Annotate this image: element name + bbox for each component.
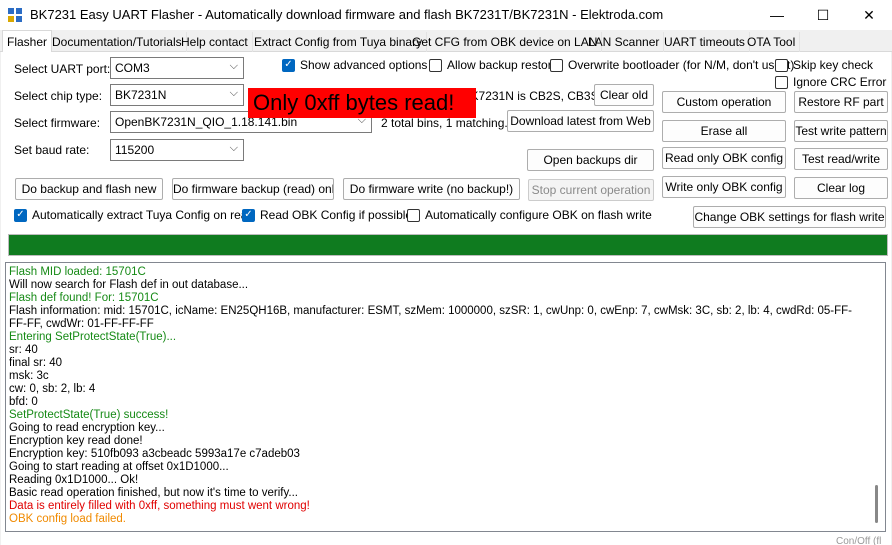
window-title: BK7231 Easy UART Flasher - Automatically… <box>30 7 664 22</box>
stop-operation-button[interactable]: Stop current operation <box>528 179 654 201</box>
tab-lan-scanner[interactable]: LAN Scanner <box>584 32 665 52</box>
title-bar: BK7231 Easy UART Flasher - Automatically… <box>0 0 892 30</box>
log-line: sr: 40 <box>9 344 38 356</box>
chip-type-value: BK7231N <box>115 88 167 102</box>
warning-banner: Only 0xff bytes read! <box>248 88 476 118</box>
chip-type-label: Select chip type: <box>14 89 103 103</box>
open-backups-button[interactable]: Open backups dir <box>527 149 654 171</box>
backup-and-flash-button[interactable]: Do backup and flash new <box>15 178 163 200</box>
checkbox-unchecked-icon <box>407 208 420 222</box>
overwrite-bootloader-checkbox[interactable]: Overwrite bootloader (for N/M, don't use… <box>550 58 794 72</box>
write-only-obk-button[interactable]: Write only OBK config <box>662 176 786 198</box>
show-advanced-checkbox[interactable]: ✓ Show advanced options <box>282 58 427 72</box>
minimize-button[interactable]: — <box>754 0 800 30</box>
read-only-obk-button[interactable]: Read only OBK config <box>662 147 786 169</box>
clear-log-button[interactable]: Clear log <box>794 177 888 199</box>
change-obk-settings-button[interactable]: Change OBK settings for flash write <box>693 206 886 228</box>
checkbox-checked-icon: ✓ <box>14 208 27 222</box>
clear-old-button[interactable]: Clear old <box>594 84 654 106</box>
log-line: final sr: 40 <box>9 357 63 369</box>
chevron-down-icon: ⌵ <box>229 60 238 72</box>
restore-rf-button[interactable]: Restore RF part <box>794 91 888 113</box>
tab-get-cfg-obk[interactable]: Get CFG from OBK device on LAN <box>408 32 603 52</box>
close-icon: ✕ <box>863 6 875 23</box>
show-advanced-label: Show advanced options <box>300 58 428 72</box>
log-output[interactable]: Flash MID loaded: 15701C Will now search … <box>5 262 886 532</box>
maximize-button[interactable]: ☐ <box>800 0 846 30</box>
uart-port-label: Select UART port: <box>14 62 111 76</box>
skip-key-check-label: Skip key check <box>793 58 874 72</box>
baud-rate-label: Set baud rate: <box>14 143 90 157</box>
skip-key-check-checkbox[interactable]: Skip key check <box>775 58 873 72</box>
checkbox-unchecked-icon <box>429 58 442 72</box>
overwrite-bootloader-label: Overwrite bootloader (for N/M, don't use… <box>568 58 795 72</box>
tab-help-contact[interactable]: Help contact <box>177 32 253 52</box>
log-line: Flash def found! For: 15701C <box>9 292 159 304</box>
log-line: Flash information: mid: 15701C, icName: … <box>9 305 853 330</box>
log-scrollbar[interactable] <box>875 485 878 523</box>
uart-port-select[interactable]: COM3 ⌵ <box>110 57 244 79</box>
ignore-crc-checkbox[interactable]: Ignore CRC Error <box>775 75 886 89</box>
allow-backup-restore-label: Allow backup restore <box>447 58 559 72</box>
ignore-crc-label: Ignore CRC Error <box>793 75 887 89</box>
progress-fill <box>9 235 887 255</box>
log-line: Basic read operation finished, but now i… <box>9 487 298 499</box>
uart-port-value: COM3 <box>115 61 150 75</box>
checkbox-checked-icon: ✓ <box>282 58 295 72</box>
log-lines: Flash MID loaded: 15701C Will now search … <box>9 266 869 526</box>
auto-extract-tuya-checkbox[interactable]: ✓ Automatically extract Tuya Config on r… <box>14 208 254 222</box>
read-obk-config-label: Read OBK Config if possible <box>260 208 413 222</box>
tab-strip: Flasher Documentation/Tutorials Help con… <box>0 30 892 53</box>
tab-ota-tool[interactable]: OTA Tool <box>743 32 801 52</box>
chevron-down-icon: ⌵ <box>229 142 238 154</box>
tab-flasher[interactable]: Flasher <box>2 30 53 53</box>
custom-operation-button[interactable]: Custom operation <box>662 91 786 113</box>
test-write-pattern-button[interactable]: Test write pattern <box>794 120 888 142</box>
tab-documentation[interactable]: Documentation/Tutorials <box>48 32 187 52</box>
baud-rate-select[interactable]: 115200 ⌵ <box>110 139 244 161</box>
log-line: msk: 3c <box>9 370 49 382</box>
background-window-text: Con/Off (fl <box>836 536 882 545</box>
tab-uart-timeouts[interactable]: UART timeouts <box>660 32 750 52</box>
baud-rate-value: 115200 <box>115 143 155 157</box>
log-line: Going to start reading at offset 0x1D100… <box>9 461 229 473</box>
tab-extract-config[interactable]: Extract Config from Tuya binary <box>250 32 428 52</box>
checkbox-unchecked-icon <box>550 58 563 72</box>
log-line: Encryption key read done! <box>9 435 143 447</box>
checkbox-unchecked-icon <box>775 58 788 72</box>
log-line: OBK config load failed. <box>9 513 126 525</box>
log-line: Flash MID loaded: 15701C <box>9 266 146 278</box>
progress-bar <box>8 234 888 256</box>
firmware-label: Select firmware: <box>14 116 101 130</box>
erase-all-button[interactable]: Erase all <box>662 120 786 142</box>
firmware-info-text: 2 total bins, 1 matching. <box>381 116 508 130</box>
allow-backup-restore-checkbox[interactable]: Allow backup restore <box>429 58 558 72</box>
minimize-icon: — <box>770 7 784 23</box>
checkbox-checked-icon: ✓ <box>242 208 255 222</box>
auto-extract-tuya-label: Automatically extract Tuya Config on rea… <box>32 208 255 222</box>
auto-configure-obk-label: Automatically configure OBK on flash wri… <box>425 208 652 222</box>
download-latest-button[interactable]: Download latest from Web <box>507 110 654 132</box>
log-line: SetProtectState(True) success! <box>9 409 169 421</box>
auto-configure-obk-checkbox[interactable]: Automatically configure OBK on flash wri… <box>407 208 652 222</box>
chevron-down-icon: ⌵ <box>229 87 238 99</box>
log-line: Encryption key: 510fb093 a3cbeadc 5993a1… <box>9 448 300 460</box>
log-line: Entering SetProtectState(True)... <box>9 331 177 343</box>
close-button[interactable]: ✕ <box>846 0 892 30</box>
checkbox-unchecked-icon <box>775 75 788 89</box>
log-line: Will now search for Flash def in out dat… <box>9 279 249 291</box>
firmware-write-button[interactable]: Do firmware write (no backup!) <box>343 178 520 200</box>
firmware-backup-button[interactable]: Do firmware backup (read) only <box>172 178 334 200</box>
app-icon <box>8 8 22 22</box>
log-line: Going to read encryption key... <box>9 422 165 434</box>
log-line: Data is entirely filled with 0xff, somet… <box>9 500 310 512</box>
read-obk-config-checkbox[interactable]: ✓ Read OBK Config if possible <box>242 208 412 222</box>
chip-type-select[interactable]: BK7231N ⌵ <box>110 84 244 106</box>
log-line: bfd: 0 <box>9 396 38 408</box>
maximize-icon: ☐ <box>816 6 830 23</box>
test-read-write-button[interactable]: Test read/write <box>794 148 888 170</box>
log-line: cw: 0, sb: 2, lb: 4 <box>9 383 96 395</box>
log-line: Reading 0x1D1000... Ok! <box>9 474 139 486</box>
